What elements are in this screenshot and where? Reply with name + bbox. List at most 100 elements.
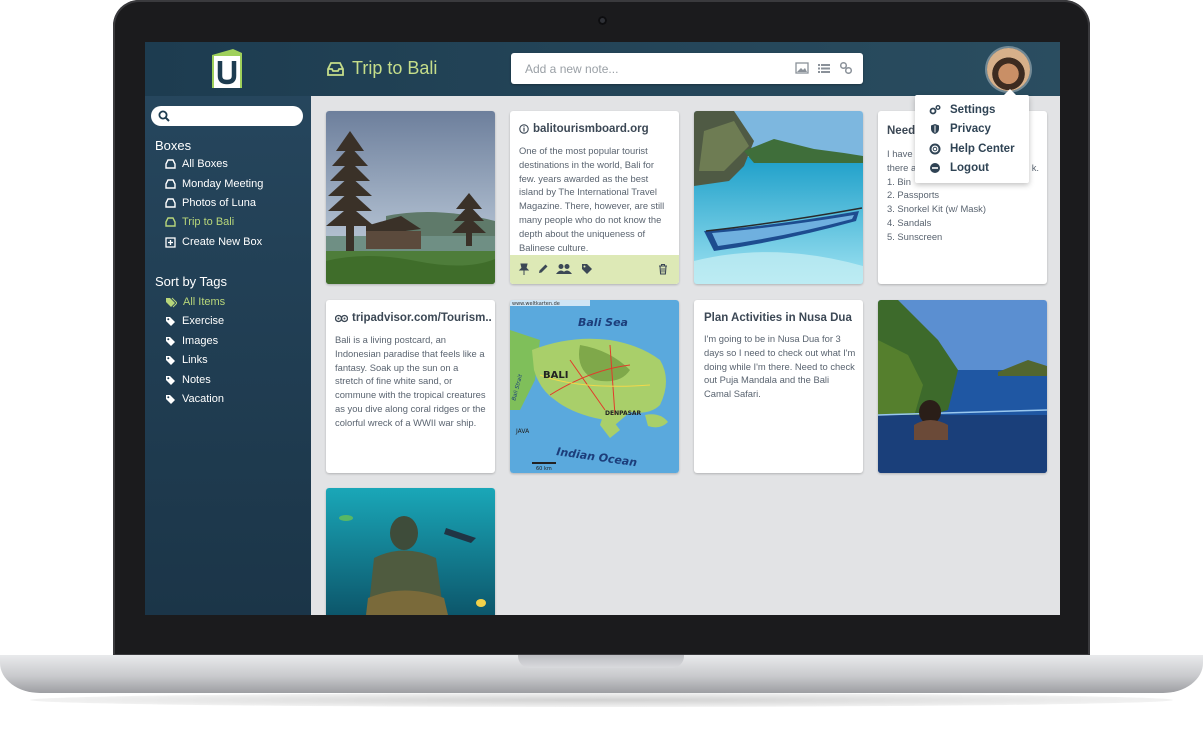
sidebar-item-label: Photos of Luna bbox=[182, 197, 257, 209]
pin-icon[interactable] bbox=[518, 263, 530, 275]
sidebar-item-label: Vacation bbox=[182, 393, 224, 405]
link-icon[interactable] bbox=[839, 61, 853, 75]
tags-icon bbox=[166, 297, 177, 307]
sidebar: Boxes All Boxes Monday Meeting Photos of… bbox=[145, 96, 311, 615]
photo-card-temple[interactable] bbox=[326, 111, 495, 284]
app-logo[interactable] bbox=[211, 47, 243, 89]
tag-icon bbox=[166, 394, 175, 404]
sidebar-item-trip-to-bali[interactable]: Trip to Bali bbox=[165, 214, 234, 230]
sidebar-item-label: Create New Box bbox=[182, 236, 263, 248]
menu-item-settings[interactable]: Settings bbox=[929, 104, 995, 116]
info-icon bbox=[519, 124, 529, 134]
packing-item: 5. Sunscreen bbox=[887, 230, 943, 242]
sidebar-item-label: All Boxes bbox=[182, 158, 228, 170]
photo-card-boat[interactable] bbox=[694, 111, 863, 284]
app-screen: Trip to Bali Add a new note... Boxes All… bbox=[145, 42, 1060, 615]
link-card-balitourismboard[interactable]: balitourismboard.org One of the most pop… bbox=[510, 111, 679, 284]
sidebar-item-label: Monday Meeting bbox=[182, 178, 264, 190]
user-menu-dropdown: Settings Privacy Help Center Logout bbox=[915, 89, 1029, 183]
boxes-heading: Boxes bbox=[155, 138, 192, 153]
sidebar-tag-exercise[interactable]: Exercise bbox=[165, 313, 224, 329]
tag-icon bbox=[166, 355, 175, 365]
tag-icon[interactable] bbox=[581, 263, 593, 275]
users-icon[interactable] bbox=[556, 263, 572, 275]
lifebuoy-icon bbox=[929, 143, 941, 155]
menu-item-help-center[interactable]: Help Center bbox=[929, 143, 1015, 155]
tag-icon bbox=[166, 316, 175, 326]
card-toolbar bbox=[510, 255, 679, 284]
sidebar-item-label: Notes bbox=[182, 374, 211, 386]
gears-icon bbox=[929, 105, 941, 115]
card-body: I'm going to be in Nusa Dua for 3 days s… bbox=[704, 333, 856, 400]
inbox-icon bbox=[165, 179, 176, 189]
sidebar-tag-notes[interactable]: Notes bbox=[165, 372, 211, 388]
map-scale-label: 60 km bbox=[536, 466, 552, 472]
menu-item-label: Privacy bbox=[950, 123, 991, 135]
sidebar-item-label: Trip to Bali bbox=[182, 216, 235, 228]
inbox-icon bbox=[165, 217, 176, 227]
map-city-label: DENPASAR bbox=[605, 410, 642, 417]
packing-item: 2. Passports bbox=[887, 189, 940, 201]
sidebar-tag-vacation[interactable]: Vacation bbox=[165, 391, 224, 407]
user-avatar[interactable] bbox=[987, 48, 1030, 91]
trash-icon[interactable] bbox=[657, 263, 669, 275]
sidebar-item-all-boxes[interactable]: All Boxes bbox=[165, 156, 228, 172]
sidebar-tag-all-items[interactable]: All Items bbox=[165, 294, 225, 310]
shield-icon bbox=[931, 124, 939, 134]
pencil-icon[interactable] bbox=[537, 263, 549, 275]
sidebar-tag-images[interactable]: Images bbox=[165, 333, 218, 349]
sidebar-item-monday-meeting[interactable]: Monday Meeting bbox=[165, 176, 263, 192]
card-title-text: balitourismboard.org bbox=[533, 123, 649, 135]
card-title: Plan Activities in Nusa Dua bbox=[704, 312, 852, 324]
laptop-shadow bbox=[30, 693, 1173, 707]
tag-icon bbox=[166, 336, 175, 346]
tag-icon bbox=[166, 375, 175, 385]
card-body: Bali is a living postcard, an Indonesian… bbox=[335, 334, 486, 428]
menu-item-label: Logout bbox=[950, 162, 989, 174]
inbox-icon bbox=[165, 198, 176, 208]
laptop-notch bbox=[518, 655, 684, 668]
add-note-field[interactable]: Add a new note... bbox=[511, 53, 863, 84]
packing-item: 4. Sandals bbox=[887, 216, 932, 228]
temple-photo bbox=[326, 111, 495, 284]
menu-item-label: Help Center bbox=[950, 143, 1015, 155]
inbox-icon bbox=[327, 61, 344, 76]
sidebar-item-create-new-box[interactable]: Create New Box bbox=[165, 234, 262, 250]
menu-item-privacy[interactable]: Privacy bbox=[929, 123, 991, 135]
packing-item: 3. Snorkel Kit (w/ Mask) bbox=[887, 203, 986, 215]
sidebar-item-label: All Items bbox=[183, 296, 226, 308]
top-bar: Trip to Bali Add a new note... bbox=[145, 42, 1060, 96]
sidebar-item-photos-of-luna[interactable]: Photos of Luna bbox=[165, 195, 256, 211]
card-title-text: tripadvisor.com/Tourism.. bbox=[352, 312, 492, 324]
menu-item-label: Settings bbox=[950, 104, 996, 116]
infinity-pool-photo bbox=[878, 300, 1047, 473]
sidebar-item-label: Links bbox=[182, 354, 208, 366]
note-card-nusa-dua[interactable]: Plan Activities in Nusa Dua I'm going to… bbox=[694, 300, 863, 473]
owl-icon bbox=[335, 314, 348, 322]
boat-photo bbox=[694, 111, 863, 284]
box-title-text: Trip to Bali bbox=[352, 58, 438, 78]
plus-square-icon bbox=[165, 236, 176, 248]
menu-item-logout[interactable]: Logout bbox=[929, 162, 989, 174]
map-island-label: BALI bbox=[543, 370, 568, 381]
sidebar-search-input[interactable] bbox=[151, 106, 303, 126]
tags-heading: Sort by Tags bbox=[155, 274, 228, 289]
map-credit: www.weltkarten.de bbox=[512, 301, 560, 307]
list-icon[interactable] bbox=[817, 61, 831, 75]
card-body: One of the most popular tourist destinat… bbox=[519, 145, 665, 253]
card-title: Need bbox=[887, 125, 916, 137]
camera bbox=[598, 16, 607, 25]
photo-card-underwater[interactable] bbox=[326, 488, 495, 615]
card-title: balitourismboard.org bbox=[519, 123, 649, 135]
packing-intro-line2: there a bbox=[887, 161, 917, 173]
photo-card-infinity-pool[interactable] bbox=[878, 300, 1047, 473]
sidebar-tag-links[interactable]: Links bbox=[165, 352, 208, 368]
sidebar-item-label: Images bbox=[182, 335, 219, 347]
link-card-tripadvisor[interactable]: tripadvisor.com/Tourism.. Bali is a livi… bbox=[326, 300, 495, 473]
sidebar-item-label: Exercise bbox=[182, 315, 225, 327]
packing-intro-tail: k. bbox=[1031, 161, 1039, 173]
image-card-bali-map[interactable]: www.weltkarten.de Bali Sea BALI DENPASAR… bbox=[510, 300, 679, 473]
image-icon[interactable] bbox=[795, 61, 809, 75]
map-sea-label: Bali Sea bbox=[578, 316, 628, 329]
map-java-label: JAVA bbox=[515, 428, 530, 435]
